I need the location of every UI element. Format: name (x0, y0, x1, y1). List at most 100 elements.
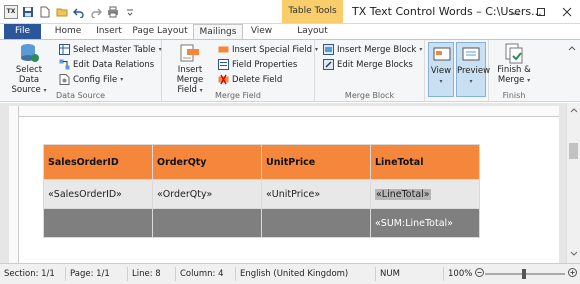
special-field-icon (218, 44, 229, 55)
tab-mailings[interactable]: Mailings (193, 24, 243, 40)
vertical-ruler[interactable] (9, 106, 19, 263)
tab-view[interactable]: View (245, 24, 278, 39)
group-label-data-source: Data Source (55, 91, 106, 100)
insert-special-field-label: Insert Special Field (232, 44, 313, 55)
maximize-icon[interactable] (528, 0, 554, 23)
tab-page-layout[interactable]: Page Layout (130, 24, 190, 39)
group-finish: Finish & Merge ▾ Finish (489, 40, 539, 102)
zoom-slider-thumb[interactable] (522, 269, 526, 279)
insert-merge-field-button[interactable]: Insert Merge Field ▾ (166, 42, 214, 96)
database-icon (16, 42, 42, 64)
status-language[interactable]: English (United Kingdom) (236, 267, 376, 281)
save-icon[interactable] (21, 5, 35, 19)
zoom-in-icon[interactable] (568, 268, 577, 280)
new-document-icon[interactable] (38, 5, 52, 19)
status-bar: Section: 1/1 Page: 1/1 Line: 8 Column: 4… (0, 263, 580, 284)
status-num: NUM (376, 267, 444, 281)
quick-access-toolbar: TX (4, 4, 137, 20)
edit-data-relations-label: Edit Data Relations (73, 59, 155, 70)
select-master-table-button[interactable]: Select Master Table ▾ (59, 43, 162, 56)
open-folder-icon[interactable] (55, 5, 69, 19)
horizontal-ruler[interactable] (19, 106, 559, 117)
sum-cell-3[interactable] (261, 208, 371, 238)
insert-merge-block-button[interactable]: Insert Merge Block ▾ (323, 43, 422, 56)
status-column: Column: 4 (176, 267, 236, 281)
sum-cell-1[interactable] (43, 208, 153, 238)
mail-merge-table[interactable]: SalesOrderID OrderQty UnitPrice LineTota… (43, 144, 480, 238)
group-view: View ▾ Preview ▾ (425, 40, 490, 102)
status-line: Line: 8 (128, 267, 176, 281)
print-icon[interactable] (106, 5, 120, 19)
app-logo: TX (4, 5, 18, 19)
relations-icon (59, 59, 70, 70)
view-label: View (430, 66, 452, 76)
header-cell-linetotal[interactable]: LineTotal (370, 144, 480, 180)
tab-home[interactable]: Home (48, 24, 88, 39)
ribbon-tabs: File Home Insert Page Layout Mailings Vi… (0, 24, 580, 40)
customize-icon[interactable] (123, 5, 137, 19)
table-row: «SalesOrderID» «OrderQty» «UnitPrice» «L… (43, 179, 480, 209)
field-properties-icon (218, 59, 229, 70)
edit-merge-blocks-label: Edit Merge Blocks (337, 59, 413, 70)
tab-layout[interactable]: Layout (283, 24, 342, 39)
delete-field-icon (218, 74, 229, 85)
insert-merge-block-label: Insert Merge Block (337, 44, 417, 55)
select-data-source-button[interactable]: Select Data Source ▾ (6, 42, 52, 96)
table-tools-header: Table Tools (282, 0, 343, 23)
finish-merge-label: Finish & Merge (497, 65, 531, 85)
select-master-table-label: Select Master Table (73, 44, 156, 55)
ribbon: Select Data Source ▾ Select Master Table… (0, 39, 580, 102)
group-label-merge-block: Merge Block (344, 91, 395, 100)
tab-insert[interactable]: Insert (90, 24, 128, 39)
status-page: Page: 1/1 (66, 267, 128, 281)
undo-icon[interactable] (72, 5, 86, 19)
redo-icon[interactable] (89, 5, 103, 19)
minimize-icon[interactable] (502, 0, 528, 23)
document-page[interactable]: SalesOrderID OrderQty UnitPrice LineTota… (19, 117, 559, 263)
table-icon (59, 44, 70, 55)
header-cell-salesorderid[interactable]: SalesOrderID (43, 144, 153, 180)
view-icon (429, 43, 455, 65)
group-merge-field: Insert Merge Field ▾ Insert Special Fiel… (162, 40, 318, 102)
merge-field-orderqty[interactable]: «OrderQty» (152, 179, 262, 209)
status-zoom-value[interactable]: 100% (444, 267, 474, 281)
edit-data-relations-button[interactable]: Edit Data Relations (59, 58, 154, 71)
merge-field-unitprice[interactable]: «UnitPrice» (261, 179, 371, 209)
preview-label: Preview (457, 66, 491, 76)
vertical-scrollbar[interactable] (566, 103, 580, 263)
config-file-button[interactable]: Config File ▾ (59, 73, 123, 86)
sum-field-linetotal[interactable]: «SUM:LineTotal» (370, 208, 480, 238)
config-file-icon (59, 74, 70, 85)
title-bar: TX Table Tools TX Text Control Words – C… (0, 0, 580, 24)
group-label-finish: Finish (502, 91, 526, 100)
view-button[interactable]: View ▾ (428, 42, 454, 97)
insert-special-field-button[interactable]: Insert Special Field ▾ (218, 43, 318, 56)
scroll-up-icon[interactable] (570, 106, 578, 116)
merge-block-icon (323, 44, 334, 55)
tab-file[interactable]: File (4, 24, 41, 39)
close-icon[interactable] (554, 0, 580, 23)
field-properties-button[interactable]: Field Properties (218, 58, 297, 71)
header-cell-unitprice[interactable]: UnitPrice (261, 144, 371, 180)
vertical-scroll-thumb[interactable] (569, 143, 578, 159)
header-cell-orderqty[interactable]: OrderQty (152, 144, 262, 180)
field-properties-label: Field Properties (232, 59, 298, 70)
merge-field-linetotal-cell[interactable]: «LineTotal» (370, 179, 480, 209)
edit-merge-blocks-button[interactable]: Edit Merge Blocks (323, 58, 413, 71)
status-section: Section: 1/1 (0, 267, 66, 281)
group-merge-block: Insert Merge Block ▾ Edit Merge Blocks Me… (315, 40, 425, 102)
finish-merge-button[interactable]: Finish & Merge ▾ (492, 42, 536, 86)
sum-cell-2[interactable] (152, 208, 262, 238)
window-controls (502, 0, 580, 23)
edit-merge-blocks-icon (323, 59, 334, 70)
merge-field-salesorderid[interactable]: «SalesOrderID» (43, 179, 153, 209)
collapse-ribbon-icon[interactable] (568, 44, 576, 53)
merge-field-linetotal[interactable]: «LineTotal» (375, 188, 431, 200)
zoom-out-icon[interactable] (475, 268, 484, 280)
config-file-label: Config File (73, 74, 118, 85)
delete-field-label: Delete Field (232, 74, 283, 85)
finish-merge-icon (501, 42, 527, 64)
delete-field-button[interactable]: Delete Field (218, 73, 282, 86)
scroll-down-icon[interactable] (570, 250, 578, 260)
preview-button[interactable]: Preview ▾ (456, 42, 490, 97)
